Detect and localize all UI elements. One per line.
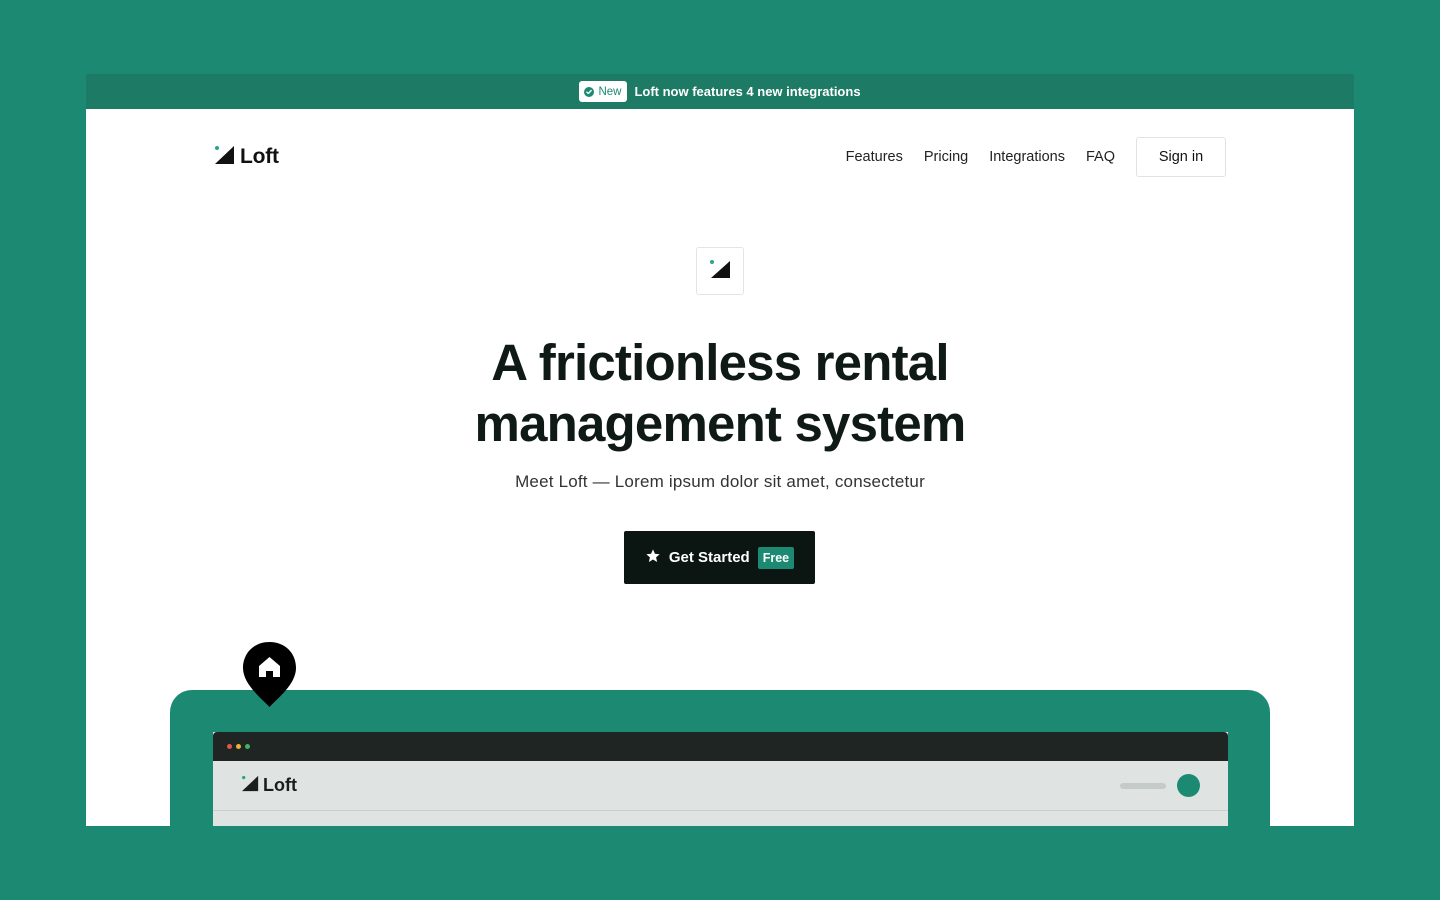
loft-logo-icon <box>241 775 260 797</box>
browser-title-bar <box>213 732 1228 761</box>
home-pin-icon <box>241 640 298 709</box>
nav-link-integrations[interactable]: Integrations <box>989 149 1065 165</box>
app-preview-card: Loft <box>170 690 1270 826</box>
hero-title-line2: management system <box>474 395 967 452</box>
close-dot <box>227 744 232 749</box>
nav-link-pricing[interactable]: Pricing <box>924 149 968 165</box>
nav-link-faq[interactable]: FAQ <box>1086 149 1115 165</box>
navbar: Loft Features Pricing Integrations FAQ S… <box>214 137 1226 177</box>
star-icon <box>645 548 661 567</box>
loft-logo-icon <box>709 259 731 284</box>
nav-links: Features Pricing Integrations FAQ Sign i… <box>846 137 1226 177</box>
hero-title-line1: A frictionless rental <box>491 334 949 391</box>
app-header-right <box>1120 774 1200 797</box>
new-badge-label: New <box>598 85 622 98</box>
get-started-label: Get Started <box>668 549 750 566</box>
announcement-text[interactable]: Loft now features 4 new integrations <box>634 84 860 99</box>
sign-in-button[interactable]: Sign in <box>1136 137 1226 177</box>
hero-title: A frictionless rental management system <box>86 332 1354 454</box>
loft-logo-icon <box>214 145 236 170</box>
app-brand: Loft <box>241 775 297 797</box>
brand-name: Loft <box>240 145 279 168</box>
app-brand-name: Loft <box>263 775 297 795</box>
avatar <box>1177 774 1200 797</box>
announcement-bar: New Loft now features 4 new integrations <box>86 74 1354 109</box>
new-badge[interactable]: New <box>579 81 628 102</box>
landing-page-frame: New Loft now features 4 new integrations… <box>86 74 1354 826</box>
browser-mockup: Loft <box>213 732 1228 826</box>
app-header: Loft <box>213 761 1228 811</box>
minimize-dot <box>236 744 241 749</box>
check-circle-icon <box>584 86 595 97</box>
maximize-dot <box>245 744 250 749</box>
brand-logo[interactable]: Loft <box>214 145 279 170</box>
hero-logo-box <box>696 247 744 295</box>
hero-subtitle: Meet Loft — Lorem ipsum dolor sit amet, … <box>515 472 925 491</box>
get-started-button[interactable]: Get Started Free <box>624 531 815 584</box>
free-badge: Free <box>757 546 795 569</box>
nav-link-features[interactable]: Features <box>846 149 903 165</box>
placeholder-bar <box>1120 782 1166 789</box>
